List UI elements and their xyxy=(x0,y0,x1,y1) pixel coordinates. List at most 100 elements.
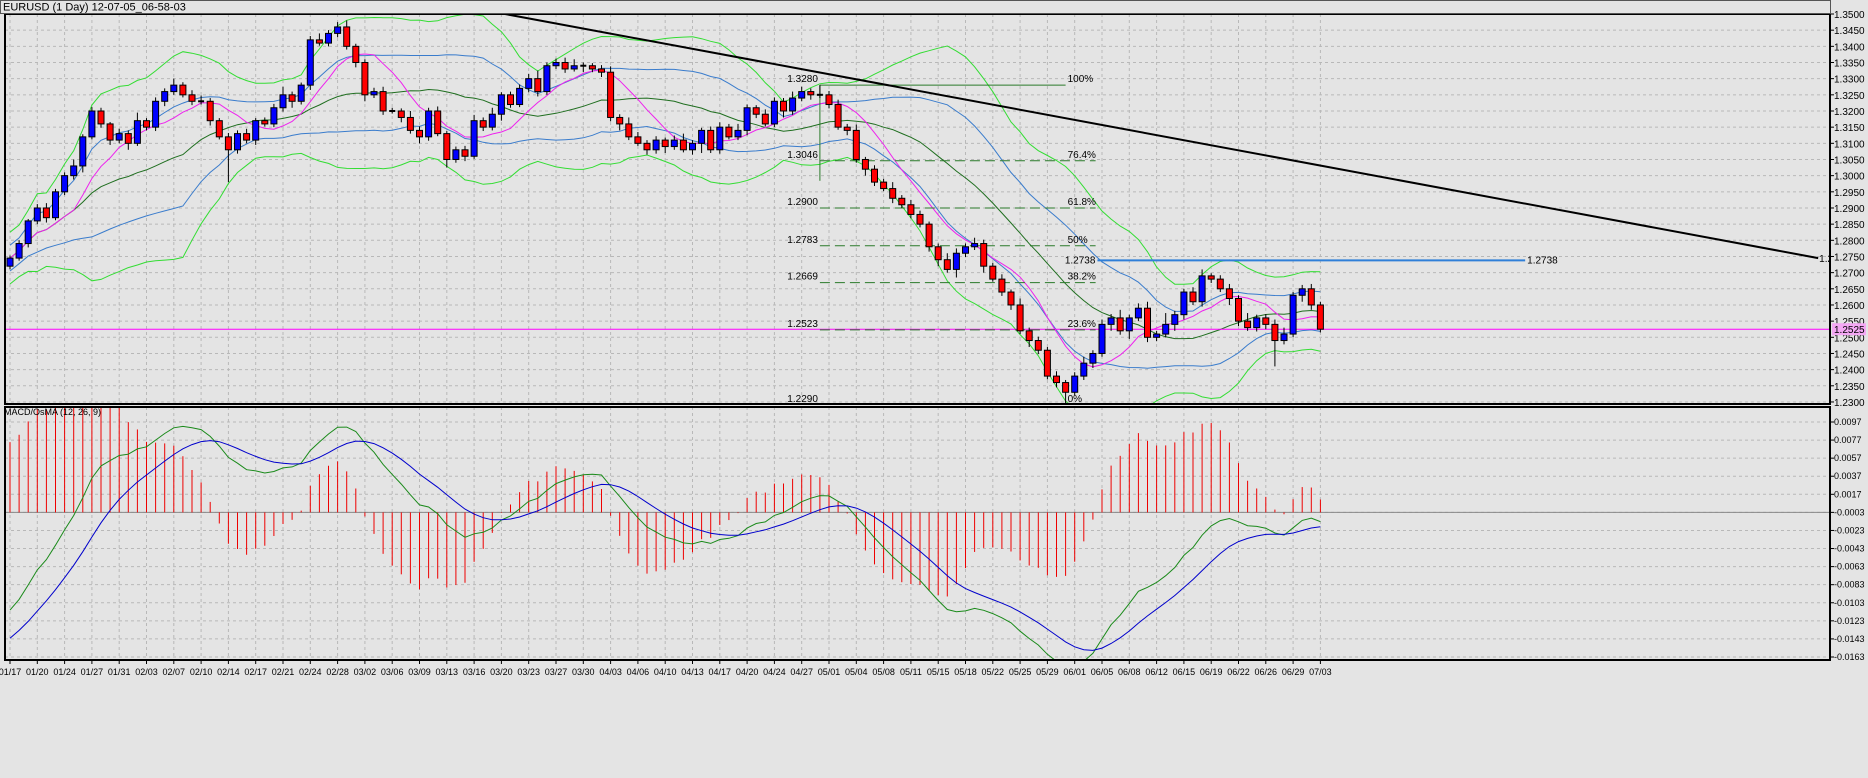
macd-y-tick-label: 0.0057 xyxy=(1834,453,1862,463)
candle-body-bull xyxy=(279,94,287,109)
candle-body-bear xyxy=(1216,278,1224,290)
y-tick-label: 1.3450 xyxy=(1834,26,1865,37)
candle-body-bull xyxy=(297,84,305,102)
x-tick-label: 06/19 xyxy=(1200,667,1223,677)
candle-body-bear xyxy=(124,133,132,144)
candle-body-bull xyxy=(1107,317,1115,325)
candle-body-bear xyxy=(1307,288,1315,306)
x-tick-label: 02/03 xyxy=(135,667,158,677)
candle xyxy=(215,118,223,140)
candle-body-bear xyxy=(1262,317,1270,325)
candle-body-bear xyxy=(42,207,50,219)
y-tick-label: 1.3400 xyxy=(1834,42,1865,53)
candle-body-bear xyxy=(416,129,423,138)
x-tick-label: 01/24 xyxy=(53,667,76,677)
candle xyxy=(306,35,314,90)
candle xyxy=(152,97,160,132)
candle-body-bear xyxy=(616,116,624,125)
candle xyxy=(1316,301,1324,333)
candle-body-bull xyxy=(252,120,260,141)
x-tick-label: 04/27 xyxy=(790,667,813,677)
x-tick-label: 04/10 xyxy=(654,667,677,677)
candle-body-bull xyxy=(70,165,78,177)
x-tick-label: 03/30 xyxy=(572,667,595,677)
candle-body-bull xyxy=(525,78,533,89)
candle-body-bear xyxy=(1034,340,1042,351)
candle xyxy=(852,124,860,163)
resistance-label-right: 1.2738 xyxy=(1527,255,1558,266)
candle xyxy=(1098,319,1106,357)
macd-y-tick-label: 0.0097 xyxy=(1834,417,1862,427)
x-tick-label: 06/12 xyxy=(1145,667,1168,677)
candle-body-bull xyxy=(1080,362,1088,377)
candle-body-bear xyxy=(679,139,687,151)
macd-title: MACD/OsMA (12, 26, 9) xyxy=(4,407,101,417)
candle-body-bear xyxy=(188,94,196,102)
x-tick-label: 02/17 xyxy=(244,667,267,677)
candle-body-bull xyxy=(24,220,32,245)
candle-body-bull xyxy=(452,149,460,160)
macd-y-tick-label: -0.0143 xyxy=(1834,634,1865,644)
candle-body-bull xyxy=(234,133,241,151)
candle xyxy=(270,103,278,128)
candle xyxy=(1289,292,1297,338)
x-tick-label: 03/13 xyxy=(436,667,459,677)
y-tick-label: 1.3050 xyxy=(1834,155,1865,166)
candle-body-bear xyxy=(898,197,906,206)
candle-body-bear xyxy=(607,71,615,118)
candle-body-bear xyxy=(1225,288,1233,300)
candle-body-bull xyxy=(1280,333,1288,342)
candle xyxy=(61,172,69,196)
candle-body-bull xyxy=(370,91,378,96)
candle-body-bear xyxy=(598,68,605,73)
candle-body-bear xyxy=(1062,382,1070,393)
candle xyxy=(15,240,23,261)
candle-body-bull xyxy=(1125,317,1133,332)
macd-y-tick-label: -0.0023 xyxy=(1834,525,1865,535)
candle-body-bear xyxy=(1053,375,1060,384)
candle-body-bull xyxy=(79,136,87,167)
candle xyxy=(1043,346,1051,380)
candle-body-bull xyxy=(497,94,505,115)
candle-body-bear xyxy=(588,65,596,70)
x-tick-label: 05/08 xyxy=(872,667,895,677)
x-tick-label: 05/22 xyxy=(982,667,1005,677)
macd-y-tick-label: -0.0163 xyxy=(1834,652,1865,662)
candle-body-bear xyxy=(1144,307,1151,338)
candle-body-bear xyxy=(1025,330,1033,342)
candle xyxy=(925,221,933,252)
candle-body-bull xyxy=(743,107,751,131)
macd-y-tick-label: -0.0063 xyxy=(1834,562,1865,572)
candle-body-bull xyxy=(734,129,742,138)
fib-price-label: 1.2900 xyxy=(787,197,818,208)
candle-body-bear xyxy=(825,94,833,106)
candle-body-bear xyxy=(261,120,269,125)
candle-body-bear xyxy=(1007,291,1015,306)
fib-price-label: 1.2669 xyxy=(787,272,818,283)
candle-body-bear xyxy=(406,116,414,131)
candle xyxy=(297,82,305,105)
candle-body-bull xyxy=(161,91,169,102)
candle-body-bear xyxy=(361,61,369,96)
y-tick-label: 1.3500 xyxy=(1834,10,1865,21)
candle-body-bear xyxy=(224,136,232,151)
y-tick-label: 1.3200 xyxy=(1834,107,1865,118)
candle-body-bear xyxy=(397,110,405,118)
candle xyxy=(743,104,751,136)
y-tick-label: 1.3100 xyxy=(1834,139,1865,150)
x-tick-label: 04/17 xyxy=(709,667,732,677)
fib-percent-label: 38.2% xyxy=(1068,272,1096,283)
candle-body-bear xyxy=(1016,304,1024,332)
candle-body-bear xyxy=(352,45,360,63)
candle-body-bull xyxy=(115,133,123,141)
candle-body-bull xyxy=(670,139,678,148)
candle-body-bear xyxy=(980,243,988,267)
candle xyxy=(52,188,59,221)
x-tick-label: 05/04 xyxy=(845,667,868,677)
candle-body-bear xyxy=(780,100,787,112)
x-tick-label: 03/16 xyxy=(463,667,486,677)
candle-body-bull xyxy=(15,243,23,259)
fib-percent-label: 100% xyxy=(1068,74,1094,85)
y-tick-label: 1.2450 xyxy=(1834,349,1865,360)
candle-body-bear xyxy=(925,223,933,248)
